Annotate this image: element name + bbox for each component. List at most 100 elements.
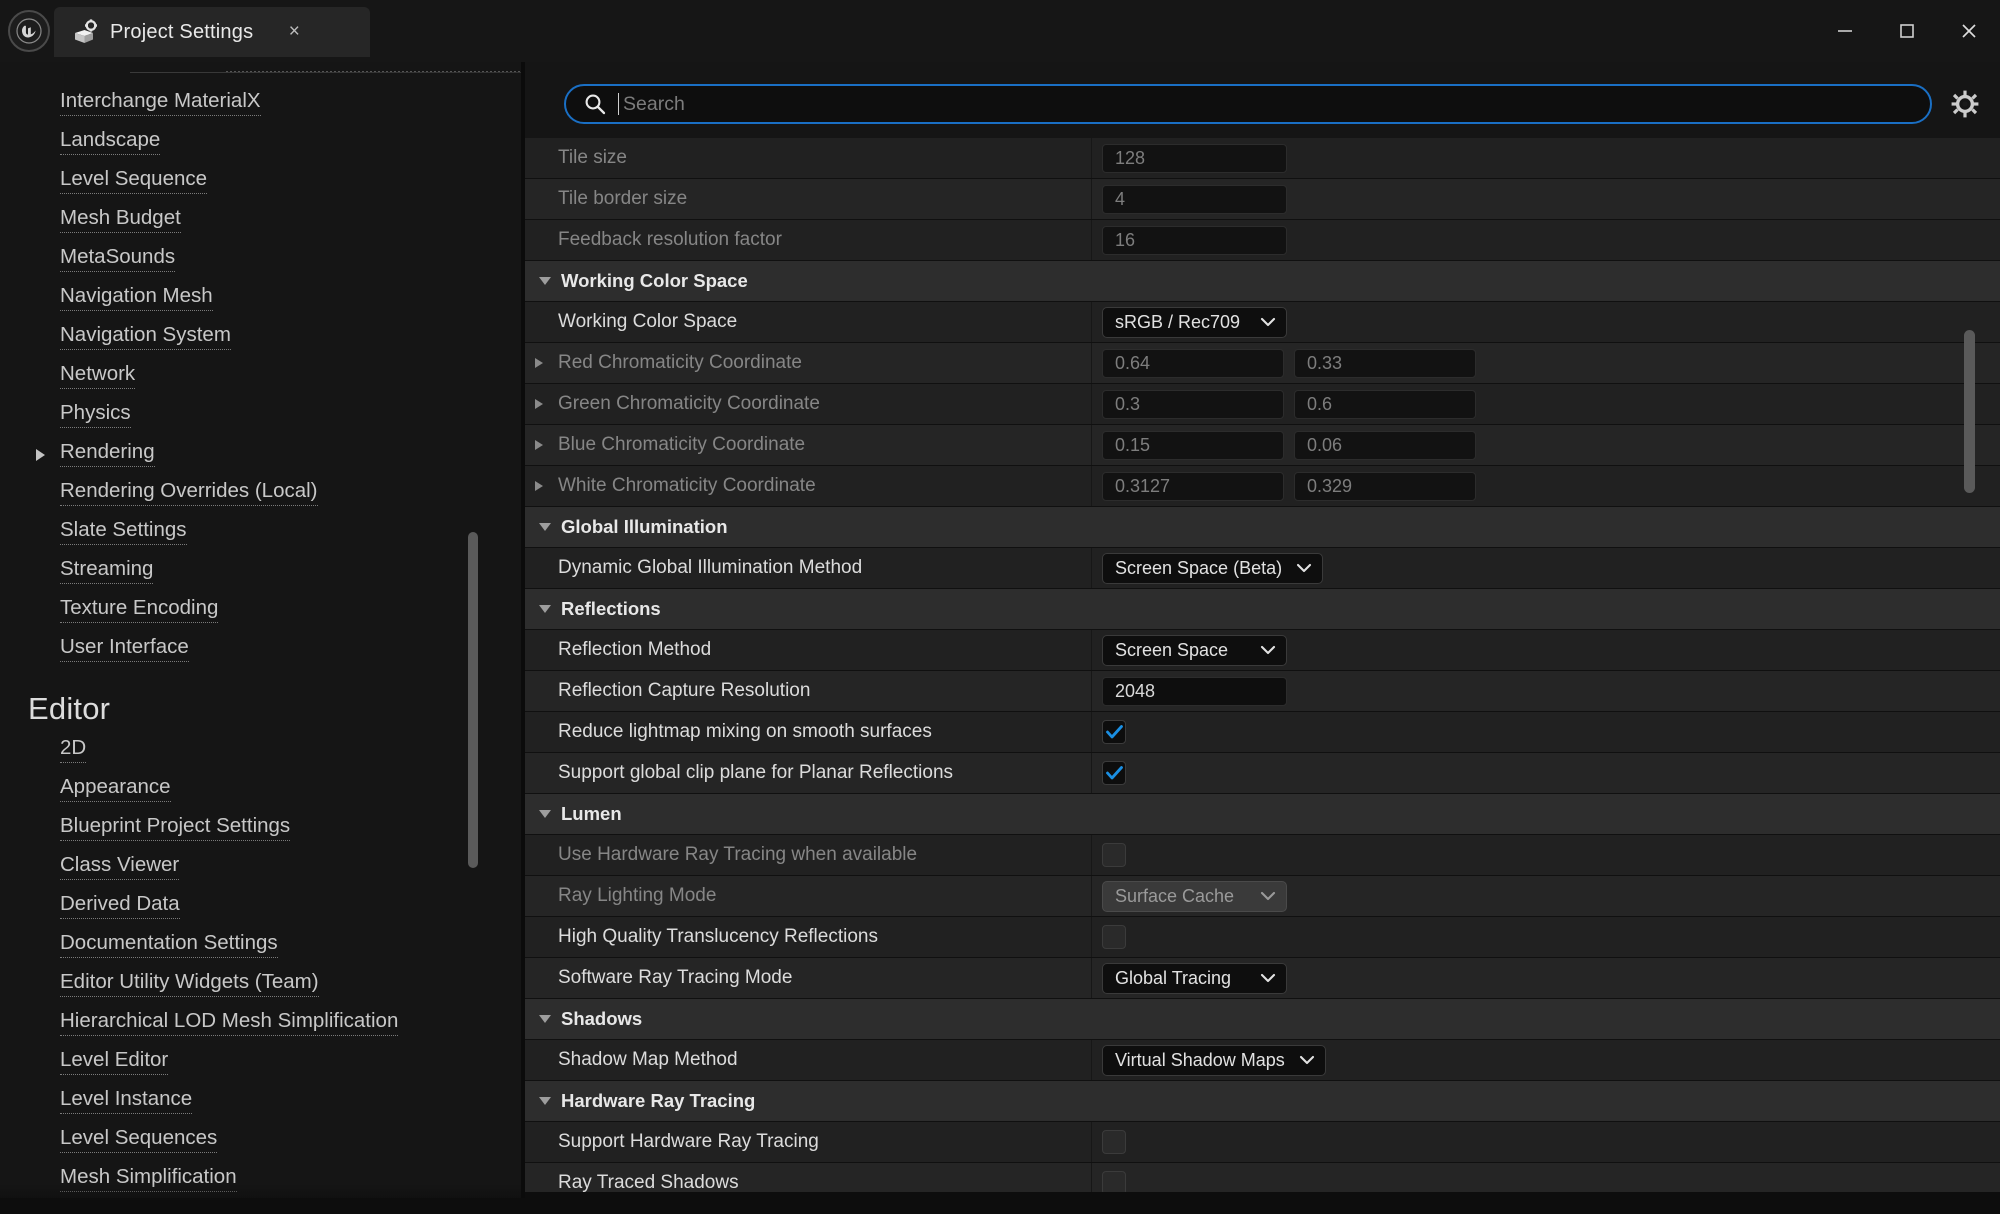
sidebar-item-label: Class Viewer xyxy=(60,855,180,880)
settings-gear-button[interactable] xyxy=(1948,87,1982,121)
settings-section-hardware-ray-tracing[interactable]: Hardware Ray Tracing xyxy=(525,1081,2000,1122)
checkbox[interactable] xyxy=(1102,843,1126,867)
settings-scrollbar-thumb[interactable] xyxy=(1964,330,1975,493)
settings-row-use-hardware-ray-tracing-when-available[interactable]: Use Hardware Ray Tracing when available xyxy=(525,835,2000,876)
settings-row-software-ray-tracing-mode[interactable]: Software Ray Tracing Mode Global Tracing xyxy=(525,958,2000,999)
sidebar-item-blueprint-project-settings[interactable]: Blueprint Project Settings xyxy=(0,809,522,848)
sidebar-item-rendering-overrides-local[interactable]: Rendering Overrides (Local) xyxy=(0,474,522,513)
value-input-y[interactable]: 0.329 xyxy=(1294,471,1476,501)
dropdown[interactable]: Screen Space xyxy=(1102,634,1287,666)
caret-down-icon[interactable] xyxy=(539,1097,551,1105)
close-tab-button[interactable]: × xyxy=(281,19,307,45)
sidebar-item-level-instance[interactable]: Level Instance xyxy=(0,1082,522,1121)
value-input-y[interactable]: 0.33 xyxy=(1294,348,1476,378)
sidebar-item-interchange-materialx[interactable]: Interchange MaterialX xyxy=(0,84,522,123)
maximize-button[interactable] xyxy=(1876,0,1938,62)
value-input-y[interactable]: 0.6 xyxy=(1294,389,1476,419)
sidebar-item-streaming[interactable]: Streaming xyxy=(0,552,522,591)
settings-section-global-illumination[interactable]: Global Illumination xyxy=(525,507,2000,548)
chevron-right-icon[interactable] xyxy=(36,448,45,461)
settings-category-sidebar[interactable]: Interchange MaterialX Landscape Level Sequ… xyxy=(0,62,522,1214)
expand-arrow-icon[interactable] xyxy=(535,399,543,409)
settings-row-feedback-resolution-factor[interactable]: Feedback resolution factor 16 xyxy=(525,220,2000,261)
settings-row-ray-lighting-mode[interactable]: Ray Lighting Mode Surface Cache xyxy=(525,876,2000,917)
sidebar-item-metasounds[interactable]: MetaSounds xyxy=(0,240,522,279)
value-input-x[interactable]: 0.3 xyxy=(1102,389,1284,419)
expand-arrow-icon[interactable] xyxy=(535,358,543,368)
settings-section-shadows[interactable]: Shadows xyxy=(525,999,2000,1040)
sidebar-item-landscape[interactable]: Landscape xyxy=(0,123,522,162)
settings-row-blue-chromaticity-coordinate[interactable]: Blue Chromaticity Coordinate 0.15 0.06 xyxy=(525,425,2000,466)
value-input[interactable]: 16 xyxy=(1102,225,1287,255)
close-window-button[interactable] xyxy=(1938,0,2000,62)
caret-down-icon[interactable] xyxy=(539,1015,551,1023)
checkbox[interactable] xyxy=(1102,1171,1126,1195)
settings-row-working-color-space[interactable]: Working Color Space sRGB / Rec709 xyxy=(525,302,2000,343)
dropdown[interactable]: sRGB / Rec709 xyxy=(1102,306,1287,338)
sidebar-item-class-viewer[interactable]: Class Viewer xyxy=(0,848,522,887)
settings-section-lumen[interactable]: Lumen xyxy=(525,794,2000,835)
sidebar-item-documentation-settings[interactable]: Documentation Settings xyxy=(0,926,522,965)
settings-row-red-chromaticity-coordinate[interactable]: Red Chromaticity Coordinate 0.64 0.33 xyxy=(525,343,2000,384)
settings-row-support-global-clip-plane-for-planar-reflections[interactable]: Support global clip plane for Planar Ref… xyxy=(525,753,2000,794)
value-input[interactable]: 4 xyxy=(1102,184,1287,214)
settings-row-reflection-capture-resolution[interactable]: Reflection Capture Resolution 2048 xyxy=(525,671,2000,712)
sidebar-item-navigation-mesh[interactable]: Navigation Mesh xyxy=(0,279,522,318)
value-input-x[interactable]: 0.15 xyxy=(1102,430,1284,460)
sidebar-item-user-interface[interactable]: User Interface xyxy=(0,630,522,669)
sidebar-item-rendering[interactable]: Rendering xyxy=(0,435,522,474)
checkbox[interactable] xyxy=(1102,761,1126,785)
settings-row-reduce-lightmap-mixing-on-smooth-surfaces[interactable]: Reduce lightmap mixing on smooth surface… xyxy=(525,712,2000,753)
caret-down-icon[interactable] xyxy=(539,523,551,531)
settings-row-tile-size[interactable]: Tile size 128 xyxy=(525,138,2000,179)
dropdown[interactable]: Global Tracing xyxy=(1102,962,1287,994)
value-input[interactable]: 128 xyxy=(1102,143,1287,173)
settings-row-tile-border-size[interactable]: Tile border size 4 xyxy=(525,179,2000,220)
sidebar-scrollbar-thumb[interactable] xyxy=(468,532,478,868)
dropdown[interactable]: Surface Cache xyxy=(1102,880,1287,912)
settings-row-white-chromaticity-coordinate[interactable]: White Chromaticity Coordinate 0.3127 0.329 xyxy=(525,466,2000,507)
value-input-x[interactable]: 0.3127 xyxy=(1102,471,1284,501)
sidebar-item-hierarchical-lod-mesh-simplification[interactable]: Hierarchical LOD Mesh Simplification xyxy=(0,1004,522,1043)
search-input[interactable]: Search xyxy=(564,84,1932,124)
checkbox[interactable] xyxy=(1102,720,1126,744)
settings-section-reflections[interactable]: Reflections xyxy=(525,589,2000,630)
minimize-button[interactable] xyxy=(1814,0,1876,62)
sidebar-item-level-sequence[interactable]: Level Sequence xyxy=(0,162,522,201)
settings-section-working-color-space[interactable]: Working Color Space xyxy=(525,261,2000,302)
value-input[interactable]: 2048 xyxy=(1102,676,1287,706)
checkbox[interactable] xyxy=(1102,925,1126,949)
caret-down-icon[interactable] xyxy=(539,810,551,818)
expand-arrow-icon[interactable] xyxy=(535,481,543,491)
settings-row-high-quality-translucency-reflections[interactable]: High Quality Translucency Reflections xyxy=(525,917,2000,958)
sidebar-item-derived-data[interactable]: Derived Data xyxy=(0,887,522,926)
sidebar-item-network[interactable]: Network xyxy=(0,357,522,396)
settings-row-green-chromaticity-coordinate[interactable]: Green Chromaticity Coordinate 0.3 0.6 xyxy=(525,384,2000,425)
settings-row-support-hardware-ray-tracing[interactable]: Support Hardware Ray Tracing xyxy=(525,1122,2000,1163)
sidebar-item-physics[interactable]: Physics xyxy=(0,396,522,435)
checkbox[interactable] xyxy=(1102,1130,1126,1154)
value-input-x[interactable]: 0.64 xyxy=(1102,348,1284,378)
sidebar-item-mesh-simplification[interactable]: Mesh Simplification xyxy=(0,1160,522,1199)
sidebar-item-slate-settings[interactable]: Slate Settings xyxy=(0,513,522,552)
sidebar-item-mesh-budget[interactable]: Mesh Budget xyxy=(0,201,522,240)
settings-rows[interactable]: Tile size 128 Tile border size 4 Feedback re… xyxy=(525,138,2000,1214)
sidebar-item-editor-utility-widgets-team[interactable]: Editor Utility Widgets (Team) xyxy=(0,965,522,1004)
unreal-engine-logo-icon[interactable] xyxy=(8,10,50,52)
value-input-y[interactable]: 0.06 xyxy=(1294,430,1476,460)
dropdown[interactable]: Virtual Shadow Maps xyxy=(1102,1044,1326,1076)
sidebar-item-2d[interactable]: 2D xyxy=(0,731,522,770)
caret-down-icon[interactable] xyxy=(539,277,551,285)
settings-row-shadow-map-method[interactable]: Shadow Map Method Virtual Shadow Maps xyxy=(525,1040,2000,1081)
dropdown[interactable]: Screen Space (Beta) xyxy=(1102,552,1324,584)
sidebar-item-appearance[interactable]: Appearance xyxy=(0,770,522,809)
settings-row-reflection-method[interactable]: Reflection Method Screen Space xyxy=(525,630,2000,671)
expand-arrow-icon[interactable] xyxy=(535,440,543,450)
sidebar-item-level-editor[interactable]: Level Editor xyxy=(0,1043,522,1082)
sidebar-item-level-sequences[interactable]: Level Sequences xyxy=(0,1121,522,1160)
project-settings-tab[interactable]: Project Settings × xyxy=(54,7,370,57)
settings-row-dynamic-global-illumination-method[interactable]: Dynamic Global Illumination Method Screen… xyxy=(525,548,2000,589)
sidebar-item-navigation-system[interactable]: Navigation System xyxy=(0,318,522,357)
caret-down-icon[interactable] xyxy=(539,605,551,613)
sidebar-item-texture-encoding[interactable]: Texture Encoding xyxy=(0,591,522,630)
